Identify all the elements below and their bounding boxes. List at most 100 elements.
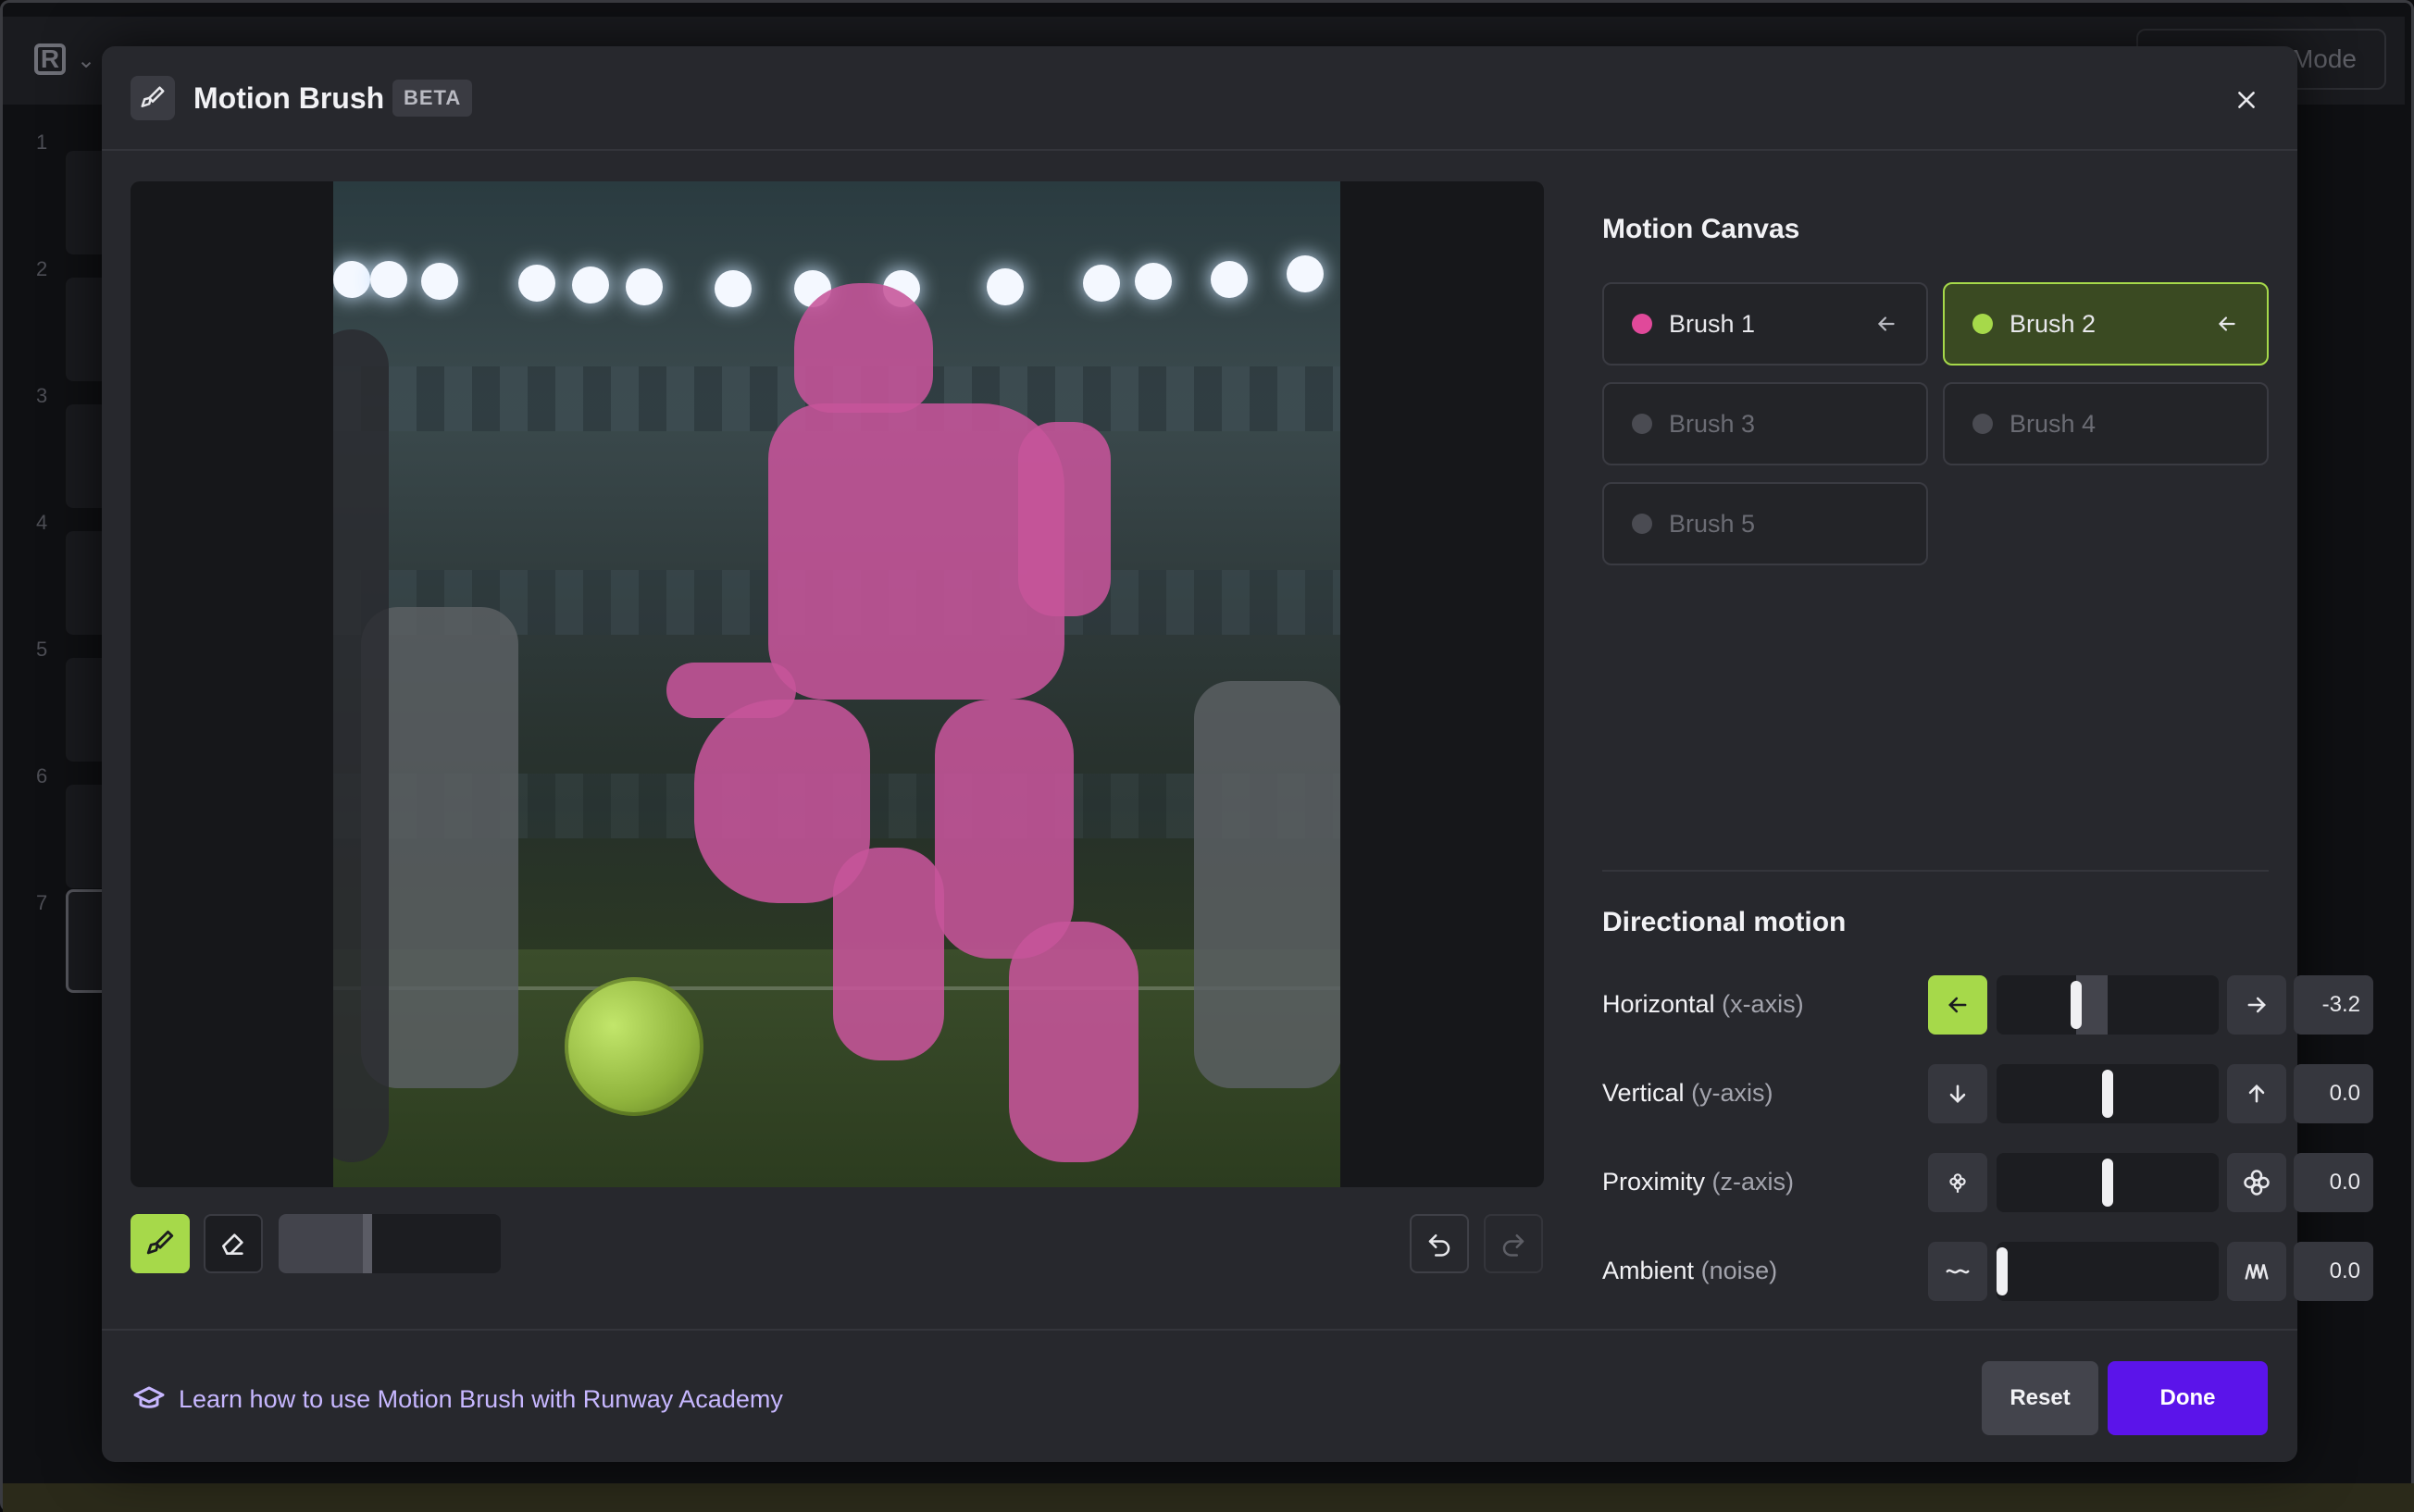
motion-canvas-area[interactable] <box>131 181 1544 1187</box>
arrow-down-icon <box>1949 1084 1966 1103</box>
stadium-light <box>1287 255 1324 292</box>
brush-3-button[interactable]: Brush 3 <box>1602 382 1928 465</box>
motion-label: Ambient (noise) <box>1602 1257 1777 1285</box>
graduation-cap-icon <box>133 1386 165 1408</box>
slider-handle[interactable] <box>2102 1159 2113 1207</box>
sidebar-thumb <box>66 278 105 381</box>
brush-label: Brush 4 <box>2010 409 2097 438</box>
horizontal-left-button[interactable] <box>1928 975 1987 1035</box>
proximity-slider[interactable] <box>1997 1153 2219 1212</box>
brush-mask-right-leg <box>1009 922 1139 1162</box>
arrow-left-icon <box>1877 316 1895 331</box>
stadium-light <box>987 268 1024 305</box>
flower-large-icon <box>2244 1170 2270 1196</box>
source-image[interactable] <box>333 181 1340 1187</box>
stadium-light <box>626 268 663 305</box>
ambient-slider[interactable] <box>1997 1242 2219 1301</box>
brush-4-button[interactable]: Brush 4 <box>1943 382 2269 465</box>
brush-2-button[interactable]: Brush 2 <box>1943 282 2269 366</box>
brush-tool-button[interactable] <box>131 1214 190 1273</box>
brush-label: Brush 5 <box>1669 509 1756 538</box>
stadium-light <box>1083 265 1120 302</box>
paintbrush-icon <box>131 76 175 120</box>
sidebar-number: 3 <box>36 384 48 407</box>
proximity-near-button[interactable] <box>2227 1153 2286 1212</box>
redo-button[interactable] <box>1484 1214 1543 1273</box>
sidebar-number: 5 <box>36 638 48 661</box>
eraser-icon <box>222 1233 243 1255</box>
slider-handle[interactable] <box>2071 981 2082 1029</box>
brush-color-dot <box>1632 314 1652 334</box>
motion-label-text: Ambient <box>1602 1257 1695 1284</box>
academy-link[interactable]: Learn how to use Motion Brush with Runwa… <box>132 1382 783 1416</box>
brush-1-button[interactable]: Brush 1 <box>1602 282 1928 366</box>
horizontal-value-input[interactable]: -3.2 <box>2294 975 2373 1035</box>
ambient-high-button[interactable] <box>2227 1242 2286 1301</box>
brush-5-button[interactable]: Brush 5 <box>1602 482 1928 565</box>
brush-mask-right-arm <box>1018 422 1111 616</box>
paintbrush-icon <box>146 1230 174 1255</box>
background-bottom-bar <box>3 1483 2414 1512</box>
motion-brush-modal: Motion Brush BETA Motion Canvas Brush 1 … <box>102 46 2373 1462</box>
sidebar-thumb <box>66 151 105 254</box>
wave-low-icon <box>1946 1269 1970 1274</box>
brush-label: Brush 3 <box>1669 409 1756 438</box>
close-button[interactable] <box>2228 81 2265 118</box>
modal-footer: Learn how to use Motion Brush with Runwa… <box>102 1329 2297 1462</box>
slider-handle[interactable] <box>2102 1070 2113 1118</box>
brush-mask-head <box>794 283 933 413</box>
proximity-motion-row: Proximity (z-axis) 0.0 <box>1602 1153 2373 1212</box>
motion-label: Vertical (y-axis) <box>1602 1079 1773 1108</box>
modal-title: Motion Brush <box>193 81 385 115</box>
soccer-ball <box>565 977 703 1116</box>
brush-mask-right-thigh <box>935 700 1074 959</box>
stadium-light <box>333 261 370 298</box>
ambient-low-button[interactable] <box>1928 1242 1987 1301</box>
directional-motion-title: Directional motion <box>1602 907 1847 937</box>
stadium-light <box>1211 261 1248 298</box>
stadium-light <box>370 261 407 298</box>
section-divider <box>1602 870 2269 872</box>
vertical-slider[interactable] <box>1997 1064 2219 1123</box>
brush-size-slider[interactable] <box>279 1214 501 1273</box>
motion-axis-text: (noise) <box>1700 1257 1778 1284</box>
sidebar-thumb <box>66 404 105 508</box>
sidebar-number: 7 <box>36 891 48 914</box>
sidebar-thumb <box>66 658 105 762</box>
brush-label: Brush 2 <box>2010 309 2097 338</box>
slider-handle[interactable] <box>1997 1247 2008 1295</box>
background-robot <box>1194 681 1340 1088</box>
undo-button[interactable] <box>1410 1214 1469 1273</box>
brush-color-dot <box>1972 414 1993 434</box>
arrow-left-icon <box>2218 316 2235 331</box>
brush-size-handle[interactable] <box>363 1214 372 1273</box>
redo-icon <box>1502 1234 1524 1257</box>
background-sidebar: 1 2 3 4 5 6 7 <box>3 105 105 1502</box>
horizontal-right-button[interactable] <box>2227 975 2286 1035</box>
vertical-down-button[interactable] <box>1928 1064 1987 1123</box>
proximity-far-button[interactable] <box>1928 1153 1987 1212</box>
stadium-light <box>572 266 609 304</box>
vertical-value-input[interactable]: 0.0 <box>2294 1064 2373 1123</box>
eraser-tool-button[interactable] <box>204 1214 263 1273</box>
motion-label-text: Vertical <box>1602 1079 1685 1107</box>
ambient-motion-row: Ambient (noise) 0.0 <box>1602 1242 2373 1301</box>
beta-badge: BETA <box>392 80 473 117</box>
motion-axis-text: (x-axis) <box>1722 990 1804 1018</box>
horizontal-slider[interactable] <box>1997 975 2219 1035</box>
brush-label: Brush 1 <box>1669 309 1756 338</box>
brush-mask-left-leg <box>833 848 944 1060</box>
brush-size-fill <box>279 1214 367 1273</box>
arrow-left-icon <box>1948 997 1967 1013</box>
stadium-light <box>715 270 752 307</box>
proximity-value-input[interactable]: 0.0 <box>2294 1153 2373 1212</box>
motion-label: Proximity (z-axis) <box>1602 1168 1794 1196</box>
reset-button[interactable]: Reset <box>1982 1361 2098 1435</box>
flower-small-icon <box>1949 1173 1966 1193</box>
sidebar-thumb-active <box>66 889 105 993</box>
done-button[interactable]: Done <box>2108 1361 2268 1435</box>
vertical-up-button[interactable] <box>2227 1064 2286 1123</box>
modal-header: Motion Brush BETA <box>102 46 2297 151</box>
ambient-value-input[interactable]: 0.0 <box>2294 1242 2373 1301</box>
stadium-light <box>518 265 555 302</box>
